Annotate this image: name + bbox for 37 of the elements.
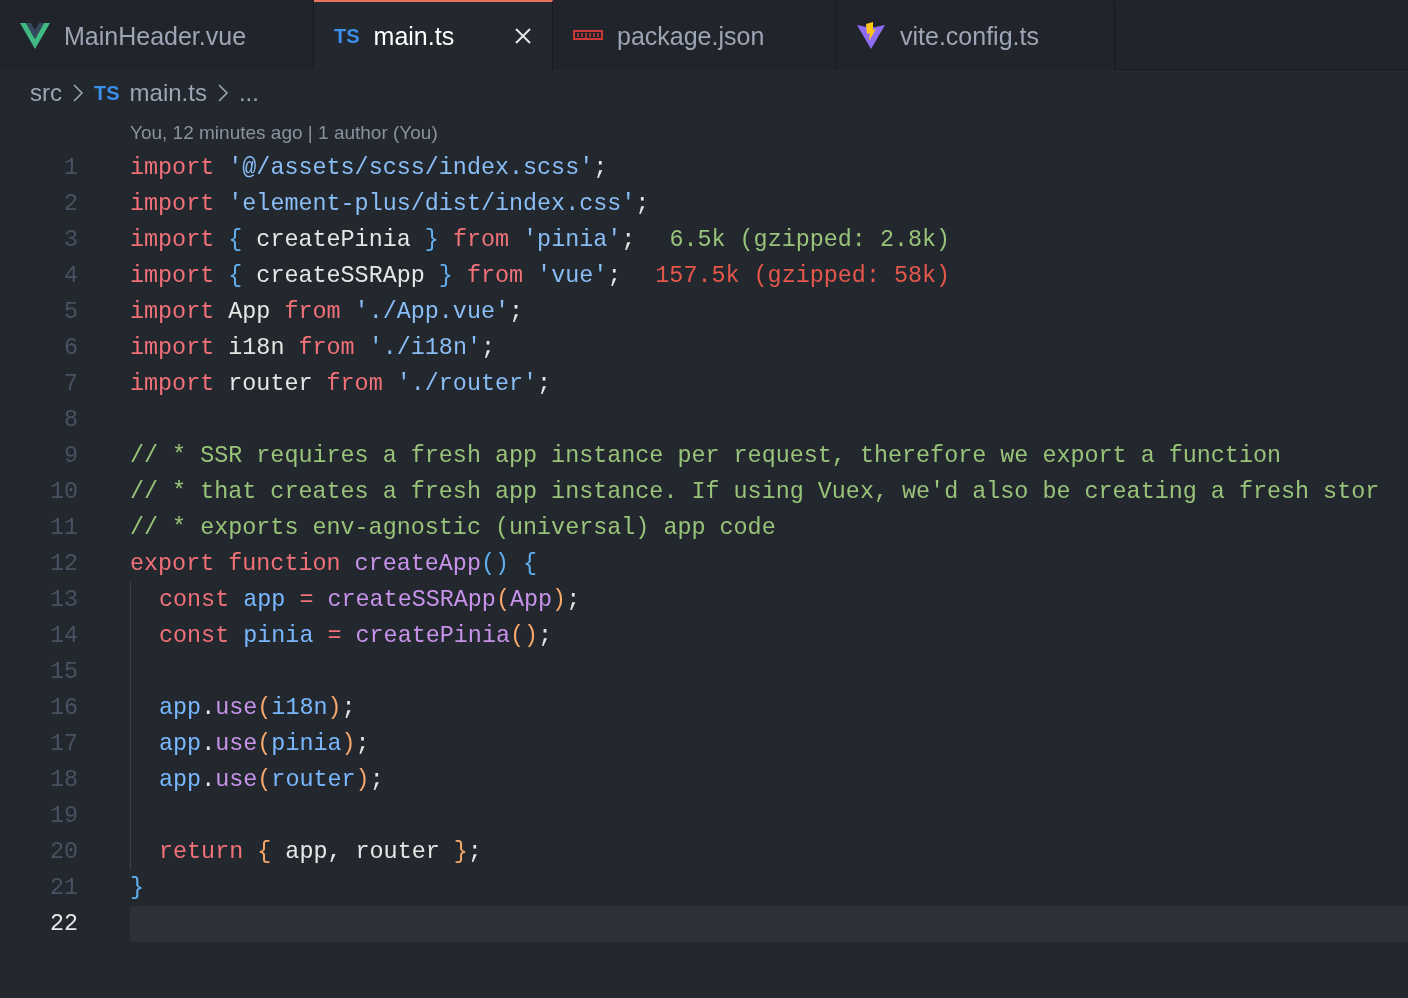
import-size-hint: 157.5k (gzipped: 58k) [655, 263, 951, 289]
code-line: } [130, 875, 145, 901]
code-line: import { createPinia } from 'pinia'; [130, 227, 636, 253]
editor-tab[interactable]: vite.config.ts [836, 0, 1115, 70]
editor-tab[interactable]: MainHeader.vue [0, 0, 314, 70]
import-size-hint: 6.5k (gzipped: 2.8k) [669, 227, 951, 253]
vue-logo-icon [20, 23, 50, 49]
code-line: // * SSR requires a fresh app instance per request, therefore we export a function [130, 443, 1281, 469]
lightning-logo-icon [856, 22, 886, 50]
breadcrumb-item[interactable]: main.ts [129, 79, 207, 107]
line-number: 22 [48, 911, 78, 937]
editor-tab[interactable]: TS main.ts [314, 0, 553, 70]
breadcrumb-item[interactable]: ... [238, 79, 259, 107]
code-line: app.use(i18n); [159, 695, 356, 721]
code-line: // * that creates a fresh app instance. If using Vuex, we'd also be creating a fresh stor [130, 479, 1380, 505]
chevron-right-icon [216, 83, 229, 103]
code-line: app.use(router); [159, 767, 384, 793]
code-line: import App from './App.vue'; [130, 299, 524, 325]
code-line: const pinia = createPinia(); [159, 623, 553, 649]
code-line: export function createApp() { [130, 551, 538, 577]
close-icon[interactable] [514, 27, 532, 45]
code-line: import { createSSRApp } from 'vue'; [130, 263, 622, 289]
chevron-right-icon [72, 83, 84, 103]
npm-logo-icon [573, 30, 603, 42]
code-line: import '@/assets/scss/index.scss'; [130, 155, 608, 181]
editor-tab[interactable]: package.json [553, 0, 836, 70]
code-line: import router from './router'; [130, 371, 552, 397]
code-line: import i18n from './i18n'; [130, 335, 495, 361]
typescript-icon: TS [94, 81, 120, 105]
code-line: return { app, router }; [159, 839, 482, 865]
code-line: app.use(pinia); [159, 731, 370, 757]
typescript-icon: TS [334, 24, 360, 48]
code-line: const app = createSSRApp(App); [159, 587, 581, 613]
blame-annotation[interactable]: You, 12 minutes ago | 1 author (You) [130, 122, 438, 144]
breadcrumb-item[interactable]: src [30, 79, 62, 107]
code-line: import 'element-plus/dist/index.css'; [130, 191, 650, 217]
code-line: // * exports env-agnostic (universal) app code [130, 515, 776, 541]
